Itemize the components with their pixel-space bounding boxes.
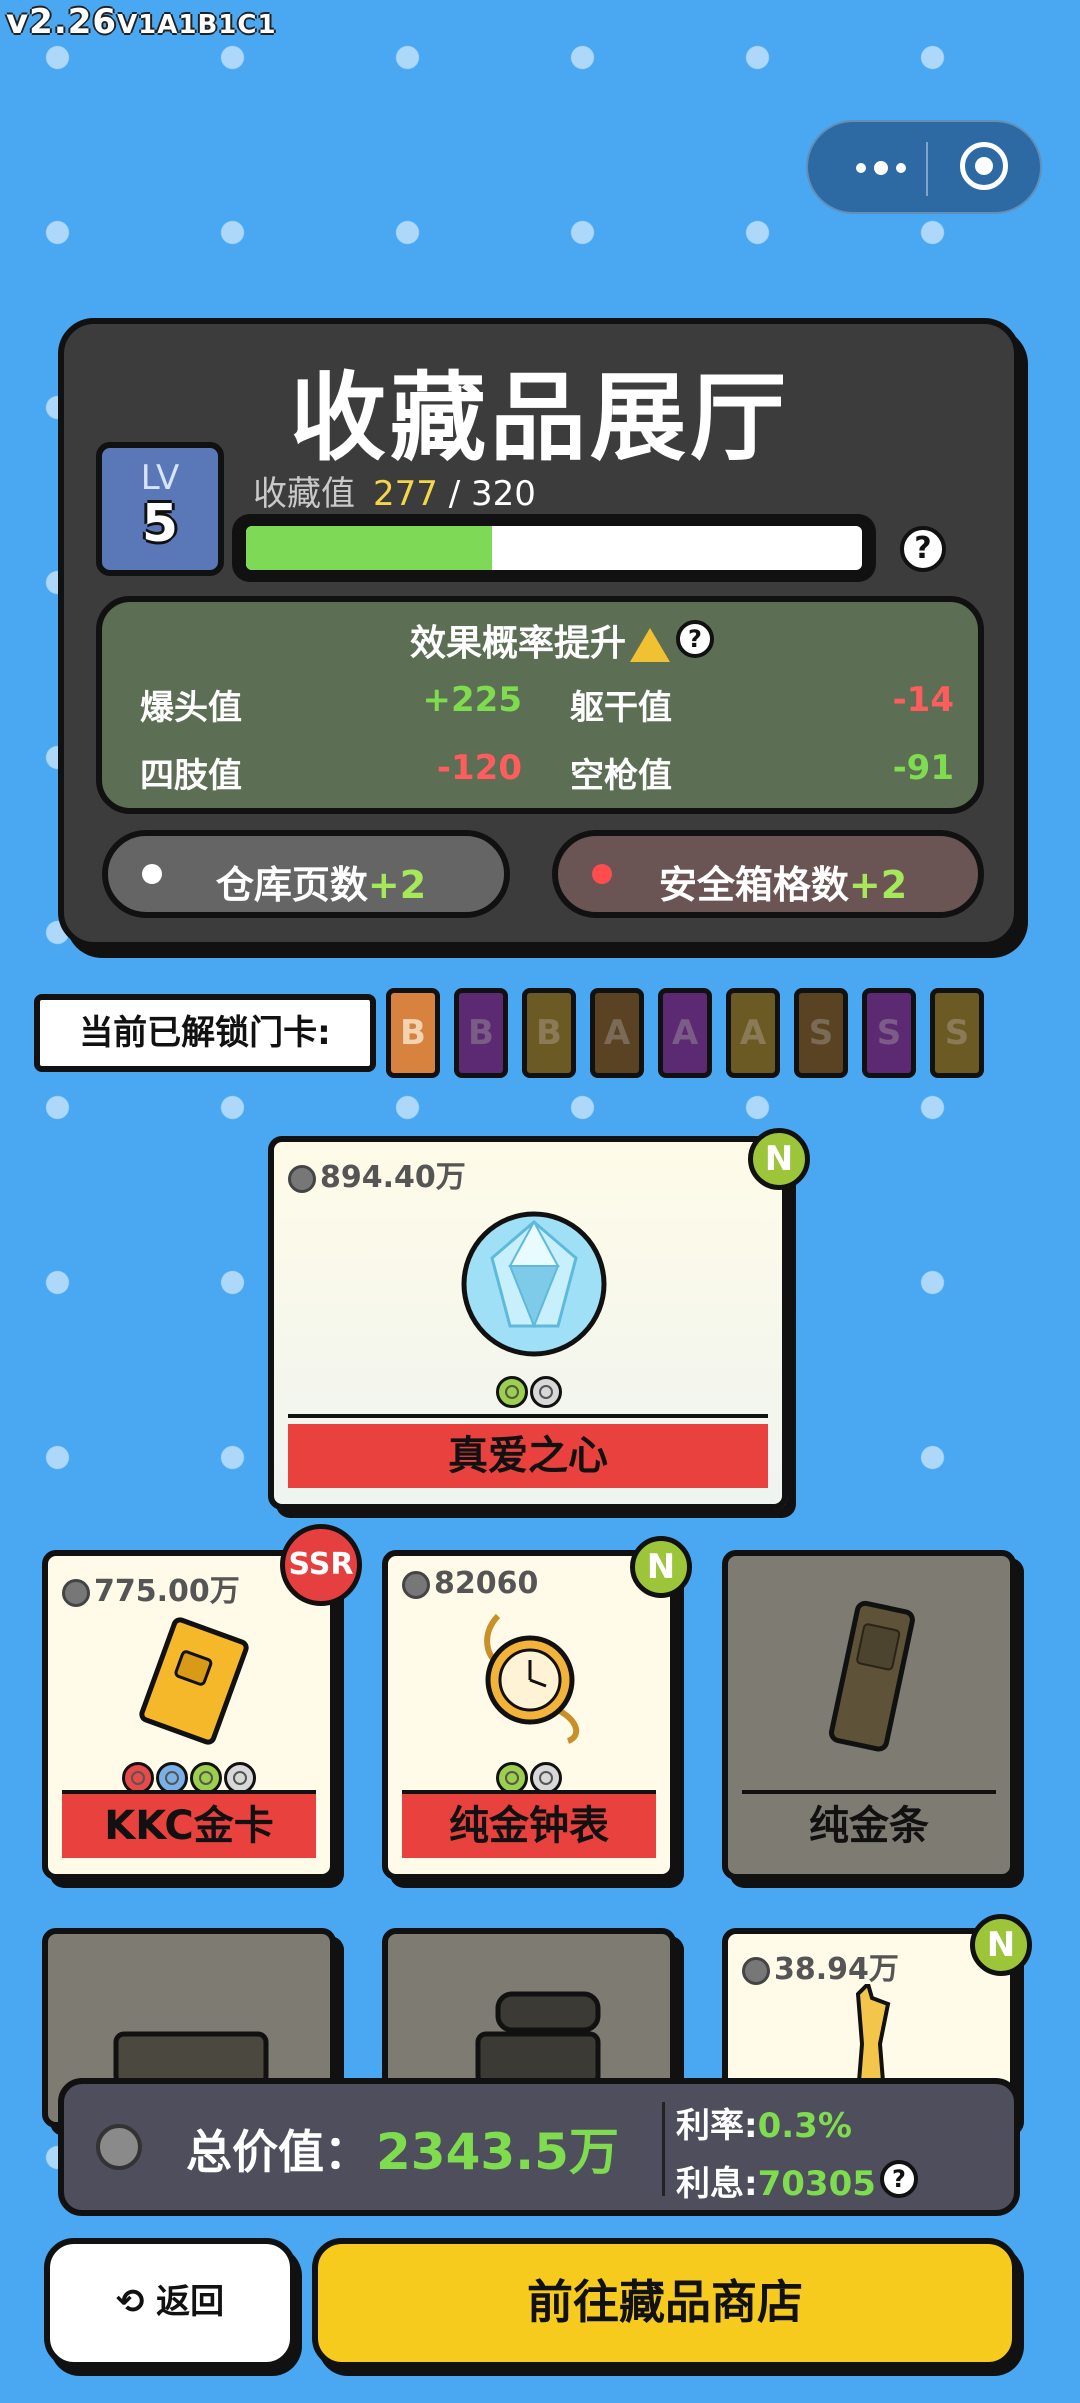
item-name: 纯金钟表 — [402, 1794, 656, 1858]
item-card-gold-bar[interactable]: 纯金条 — [722, 1550, 1016, 1880]
item-price: 894.40万 — [288, 1152, 466, 1196]
key-card-a2: A — [658, 988, 712, 1078]
gold-bar-icon — [829, 1600, 915, 1752]
effect-help-icon[interactable]: ? — [676, 620, 714, 658]
coin-icon — [62, 1578, 90, 1607]
total-value: 2343.5万 — [376, 2123, 619, 2181]
item-price: 82060 — [402, 1566, 538, 1601]
go-to-shop-button[interactable]: 前往藏品商店 — [312, 2238, 1018, 2368]
coin-icon — [402, 1570, 430, 1599]
item-price: 38.94万 — [742, 1944, 899, 1988]
stat-value-limbs: -120 — [436, 748, 522, 788]
interest-amount: 利息:70305 — [676, 2164, 876, 2204]
key-card-a3: A — [726, 988, 780, 1078]
collection-value: 收藏值 277 / 320 — [253, 474, 536, 514]
miniprogram-capsule[interactable] — [806, 120, 1042, 214]
stat-value-torso: -14 — [892, 680, 954, 720]
item-silhouette-icon — [475, 1991, 601, 2084]
level-value: 5 — [141, 494, 179, 554]
coin-icon — [742, 1956, 770, 1985]
total-value-label: 总价值： — [186, 2125, 370, 2179]
interest-rate: 利率:0.3% — [676, 2106, 852, 2146]
item-card-kkc[interactable]: 775.00万 KKC金卡 — [42, 1550, 336, 1880]
key-card-a1: A — [590, 988, 644, 1078]
coin-icon — [288, 1164, 316, 1193]
stat-label-torso: 躯干值 — [570, 688, 672, 728]
back-button[interactable]: ⟲ 返回 — [44, 2238, 296, 2368]
stat-value-miss: -91 — [892, 748, 954, 788]
stat-label-headshot: 爆头值 — [140, 688, 242, 728]
level-badge: LV 5 — [96, 442, 224, 576]
rarity-badge: N — [748, 1128, 810, 1190]
stat-label-limbs: 四肢值 — [140, 756, 242, 796]
key-card-b2: B — [454, 988, 508, 1078]
key-card-b1: B — [386, 988, 440, 1078]
rarity-badge: N — [970, 1914, 1032, 1976]
stat-value-headshot: +225 — [422, 680, 522, 720]
version-label: v2.26V1A1B1C1 — [6, 2, 277, 42]
safebox-slots-button[interactable]: 安全箱格数+2 — [552, 830, 984, 918]
unlocked-cards-label: 当前已解锁门卡: — [34, 994, 376, 1072]
item-silhouette-icon — [113, 2031, 269, 2084]
item-name: 真爱之心 — [288, 1424, 768, 1488]
back-arrow-icon: ⟲ — [115, 2282, 157, 2322]
collection-progress-bar — [232, 514, 876, 582]
diamond-heart-icon — [461, 1211, 607, 1357]
item-price: 775.00万 — [62, 1566, 240, 1610]
warehouse-pages-button[interactable]: 仓库页数+2 — [102, 830, 510, 918]
rarity-badge: N — [630, 1536, 692, 1598]
gold-card-icon — [139, 1617, 249, 1745]
close-target-icon[interactable] — [960, 142, 1008, 190]
more-icon[interactable] — [836, 150, 926, 186]
item-card-watch[interactable]: 82060 纯金钟表 — [382, 1550, 676, 1880]
key-card-s3: S — [930, 988, 984, 1078]
divider — [662, 2102, 665, 2196]
interest-help-icon[interactable]: ? — [880, 2160, 918, 2198]
stat-label-miss: 空枪值 — [570, 756, 672, 796]
key-card-b3: B — [522, 988, 576, 1078]
rarity-badge: SSR — [280, 1524, 362, 1606]
effect-chips — [496, 1376, 562, 1408]
featured-item-card[interactable]: 894.40万 真爱之心 — [268, 1136, 788, 1510]
coin-icon — [96, 2124, 142, 2170]
item-name: KKC金卡 — [62, 1794, 316, 1858]
item-name: 纯金条 — [809, 1803, 929, 1849]
level-label: LV — [140, 458, 180, 498]
help-icon[interactable]: ? — [900, 526, 946, 572]
boost-icon — [630, 628, 670, 662]
key-card-s2: S — [862, 988, 916, 1078]
pocket-watch-icon — [484, 1613, 580, 1744]
effect-title: 效果概率提升 — [0, 614, 1080, 666]
key-card-s1: S — [794, 988, 848, 1078]
